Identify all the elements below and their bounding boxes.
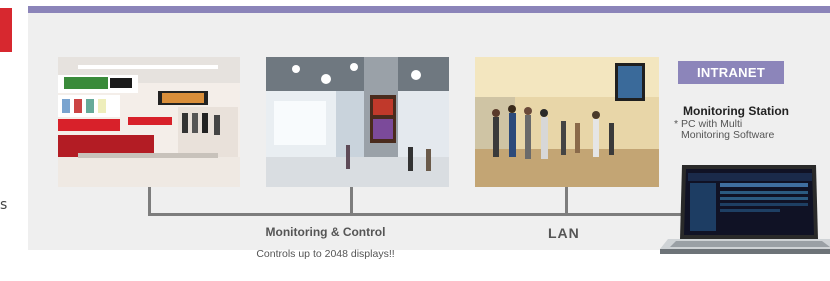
office-lobby-photo (475, 57, 659, 187)
network-diagram-panel: INTRANET Monitoring Station * PC with Mu… (28, 6, 830, 260)
left-fragment-text: s (0, 197, 8, 213)
note-line-2: Monitoring Software (681, 129, 775, 141)
retail-store-photo (58, 57, 240, 187)
laptop-icon (660, 163, 830, 255)
drop-line-mall (350, 187, 353, 216)
drop-line-store (148, 187, 151, 216)
brand-red-tab (0, 8, 12, 52)
intranet-badge: INTRANET (678, 61, 784, 84)
monitoring-control-subtitle: Controls up to 2048 displays!! (256, 248, 395, 260)
monitoring-station-title: Monitoring Station (683, 104, 789, 118)
drop-line-lobby (565, 187, 568, 216)
monitoring-station-note: * PC with Multi Monitoring Software (674, 119, 798, 141)
monitoring-control-title: Monitoring & Control (265, 225, 386, 239)
lan-label: LAN (548, 225, 580, 241)
bus-line (148, 213, 682, 216)
shopping-mall-photo (266, 57, 449, 187)
